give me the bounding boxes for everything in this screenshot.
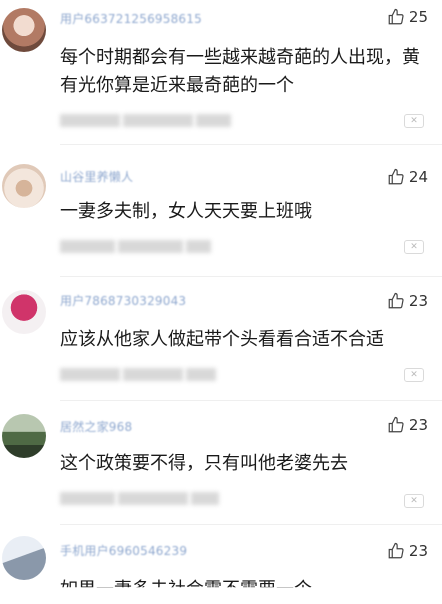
comment-text: 应该从他家人做起带个头看看合适不合适: [60, 329, 384, 350]
comment-meta: [60, 368, 216, 381]
username[interactable]: 手机用户6960546239: [60, 542, 187, 559]
comment-meta: [60, 240, 211, 253]
like-count: 25: [408, 8, 428, 26]
close-icon[interactable]: ✕: [404, 494, 424, 508]
username[interactable]: 山谷里养懒人: [60, 168, 133, 185]
avatar[interactable]: [2, 8, 46, 52]
like-count: 23: [408, 292, 428, 310]
thumbs-up-icon: [388, 168, 404, 185]
avatar[interactable]: [2, 536, 46, 580]
thumbs-up-icon: [388, 542, 404, 559]
divider: [60, 524, 442, 525]
username[interactable]: 居然之家968: [60, 418, 132, 435]
avatar[interactable]: [2, 414, 46, 458]
like-button[interactable]: 25: [387, 8, 428, 26]
like-count: 24: [408, 168, 428, 186]
close-icon[interactable]: ✕: [404, 114, 424, 128]
thumbs-up-icon: [388, 292, 404, 309]
comment-item: 用户663721256958615 25 每个时期都会有一些越来越奇葩的人出现，…: [0, 0, 442, 140]
avatar[interactable]: [2, 164, 46, 208]
close-icon[interactable]: ✕: [404, 368, 424, 382]
username[interactable]: 用户7868730329043: [60, 292, 186, 309]
close-icon[interactable]: ✕: [404, 240, 424, 254]
avatar[interactable]: [2, 290, 46, 334]
divider: [60, 276, 442, 277]
like-count: 23: [408, 542, 428, 560]
comment-meta: [60, 492, 219, 505]
comment-text: 这个政策要不得，只有叫他老婆先去: [60, 453, 348, 474]
like-button[interactable]: 23: [387, 542, 428, 560]
like-button[interactable]: 23: [387, 416, 428, 434]
like-count: 23: [408, 416, 428, 434]
comment-text: 一妻多夫制，女人天天要上班哦: [60, 201, 312, 222]
comment-item: 山谷里养懒人 24 一妻多夫制，女人天天要上班哦 ✕: [0, 158, 442, 278]
username[interactable]: 用户663721256958615: [60, 10, 202, 27]
comment-item: 居然之家968 23 这个政策要不得，只有叫他老婆先去 ✕: [0, 408, 442, 528]
comment-text: 每个时期都会有一些越来越奇葩的人出现，黄有光你算是近来最奇葩的一个: [60, 47, 420, 96]
comment-meta: [60, 114, 231, 127]
divider: [60, 144, 442, 145]
comment-text: 如果一妻多夫社会需不需要一个……: [60, 579, 348, 600]
comment-item: 用户7868730329043 23 应该从他家人做起带个头看看合适不合适 ✕: [0, 284, 442, 404]
like-button[interactable]: 24: [387, 168, 428, 186]
thumbs-up-icon: [388, 8, 404, 25]
comment-item: 手机用户6960546239 23 如果一妻多夫社会需不需要一个……: [0, 530, 442, 587]
like-button[interactable]: 23: [387, 292, 428, 310]
thumbs-up-icon: [388, 416, 404, 433]
divider: [60, 400, 442, 401]
